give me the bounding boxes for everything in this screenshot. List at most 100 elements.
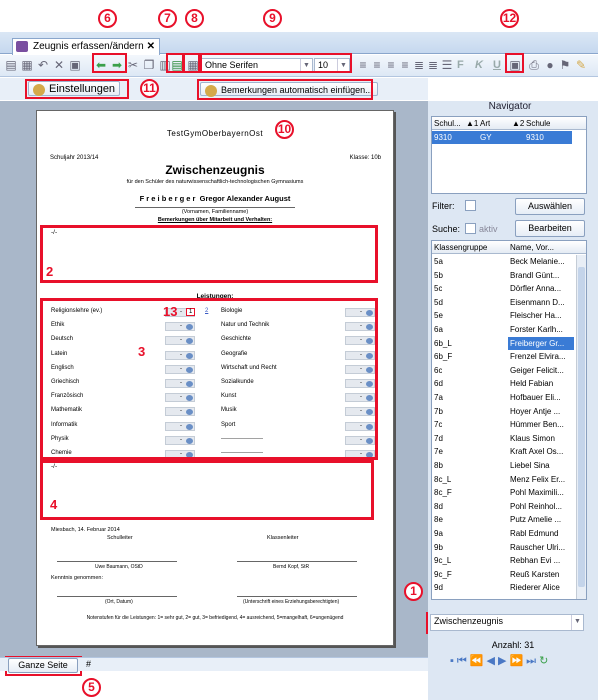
list-item[interactable]: 5b Brandl Günt... [432,269,576,282]
bearbeiten-button[interactable]: Bearbeiten [515,220,585,237]
first-record-icon[interactable]: ⏮ [457,655,470,667]
col-name[interactable]: Name, Vor... [510,241,554,254]
indent-icon[interactable]: ≣ [412,58,426,72]
list-item[interactable]: 8b Liebel Sina [432,459,576,472]
settings-highlight [25,79,129,99]
callout-12: 12 [500,9,519,28]
filter-checkbox[interactable] [465,200,476,211]
list-item[interactable]: 8c_L Menz Felix Er... [432,473,576,486]
aktiv-label: aktiv [479,224,498,234]
outdent-icon[interactable]: ≣ [426,58,440,72]
col-art[interactable]: Art [480,117,490,130]
col-schul[interactable]: Schul... [434,117,461,130]
zoom-button[interactable]: Ganze Seite [8,658,78,673]
zeugnis-type-select[interactable]: Zwischenzeugnis ▼ [430,614,584,631]
list-item[interactable]: 5e Fleischer Ha... [432,309,576,322]
list-item[interactable]: 7d Klaus Simon [432,432,576,445]
list-item[interactable]: 7e Kraft Axel Os... [432,445,576,458]
callout-8: 8 [185,9,204,28]
zeugnis-icon [16,41,28,52]
italic-button[interactable]: K [475,59,483,71]
justify-icon[interactable]: ≡ [398,58,412,72]
list-item[interactable]: 9c_L Rebhan Evi ... [432,554,576,567]
klassenleiter-label: Klassenleiter [267,535,299,541]
callout-7: 7 [158,9,177,28]
report-title: Zwischenzeugnis [165,163,265,177]
record-navigation[interactable]: ▪⏮⏪◀▶⏩⏭↻ [450,654,551,668]
callout-11: 11 [140,79,159,98]
col-klassengruppe[interactable]: Klassengruppe [434,241,487,254]
align-right-icon[interactable]: ≡ [384,58,398,72]
align-left-icon[interactable]: ≡ [356,58,370,72]
copy-icon[interactable]: ❐ [142,58,156,72]
page-number-field[interactable]: # [86,659,91,669]
font-highlight [200,53,352,73]
list-item[interactable]: 8e Putz Amelie ... [432,513,576,526]
last-record-icon[interactable]: ⏭ [526,655,539,667]
scrollbar[interactable] [576,255,586,599]
list-item[interactable]: 6a Forster Karlh... [432,323,576,336]
previous-page-icon[interactable]: ⏪ [470,655,487,667]
underline-button[interactable]: U [493,59,501,71]
list-item[interactable]: 6b_L Freiberger Gr... [432,336,576,350]
glasses-icon[interactable]: ● [543,58,557,72]
list-item[interactable]: 9d Riederer Alice [432,581,576,594]
list-item[interactable]: 7a Hofbauer Eli... [432,391,576,404]
flag-icon[interactable]: ⚑ [558,58,572,72]
list-item[interactable]: 6d Held Fabian [432,377,576,390]
edit-icon[interactable]: ▣ [68,58,82,72]
signature-caption: (Unterschrift eines Erziehungsberechtigt… [243,599,340,605]
refresh-icon[interactable]: ↻ [539,655,551,667]
arrows-highlight [92,53,127,73]
aktiv-checkbox[interactable] [465,223,476,234]
tab-zeugnis[interactable]: Zeugnis erfassen/ändern ✕ [12,38,161,55]
list-icon[interactable]: ☰ [440,58,454,72]
list-item[interactable]: 6c Geiger Felicit... [432,364,576,377]
close-icon[interactable]: ✕ [147,41,155,52]
notes-highlight-box [40,460,374,520]
auto-remarks-highlight [197,79,373,100]
next-record-icon[interactable]: ▶ [498,655,509,667]
list-item[interactable]: 8d Pohl Reinhol... [432,500,576,513]
undo-icon[interactable]: ↶ [36,58,50,72]
list-item[interactable]: 9c_F Reuß Karsten [432,568,576,581]
folder-icon[interactable]: ▪ [450,655,457,667]
next-page-icon[interactable]: ⏩ [509,655,526,667]
list-item[interactable]: 9a Rabl Edmund [432,527,576,540]
schulleiter-label: Schulleiter [107,535,133,541]
previous-record-icon[interactable]: ◀ [487,655,498,667]
fields-highlight [505,53,524,73]
list-item[interactable]: 7c Hümmer Ben... [432,418,576,431]
printer-icon[interactable]: ⎙ [527,58,541,72]
list-item[interactable]: 8c_F Pohl Maximili... [432,486,576,499]
report-subtitle: für den Schüler des naturwissenschaftlic… [126,179,304,185]
callout-10: 10 [275,120,294,139]
cut-icon[interactable]: ✂ [126,58,140,72]
save-icon[interactable]: ▦ [20,58,34,72]
new-icon[interactable]: ▤ [4,58,18,72]
delete-icon[interactable]: ✕ [52,58,66,72]
list-item[interactable]: 5a Beck Melanie... [432,255,576,268]
class-list-header: Klassengruppe Name, Vor... [432,241,586,254]
bold-button[interactable]: F [457,59,464,71]
auswaehlen-button[interactable]: Auswählen [515,198,585,215]
list-item[interactable]: 9b Rauscher Ulri... [432,541,576,554]
klassenleiter-name: Bernd Kopf, StR [273,564,310,570]
align-center-icon[interactable]: ≡ [370,58,384,72]
table-row[interactable]: 9310 GY 9310 [432,131,572,144]
list-item[interactable]: 6b_F Frenzel Elvira... [432,350,576,363]
schulleiter-name: Uwe Baumann, OStD [95,564,143,570]
place-date-caption: (Ort, Datum) [105,599,133,605]
scrollbar-thumb[interactable] [578,267,585,587]
preview-highlight [166,53,184,73]
list-item[interactable]: 5c Dörfler Anna... [432,282,576,295]
brush-icon[interactable]: ✎ [574,58,588,72]
box-label-3: 3 [138,344,146,359]
list-item[interactable]: 7b Hoyer Antje ... [432,405,576,418]
list-item[interactable]: 5d Eisenmann D... [432,296,576,309]
table-highlight [183,53,200,73]
col-schule[interactable]: Schule [526,117,550,130]
callout-1: 1 [404,582,423,601]
count-label: Anzahl: 31 [491,640,535,650]
box-label-13: 13 [163,304,178,319]
